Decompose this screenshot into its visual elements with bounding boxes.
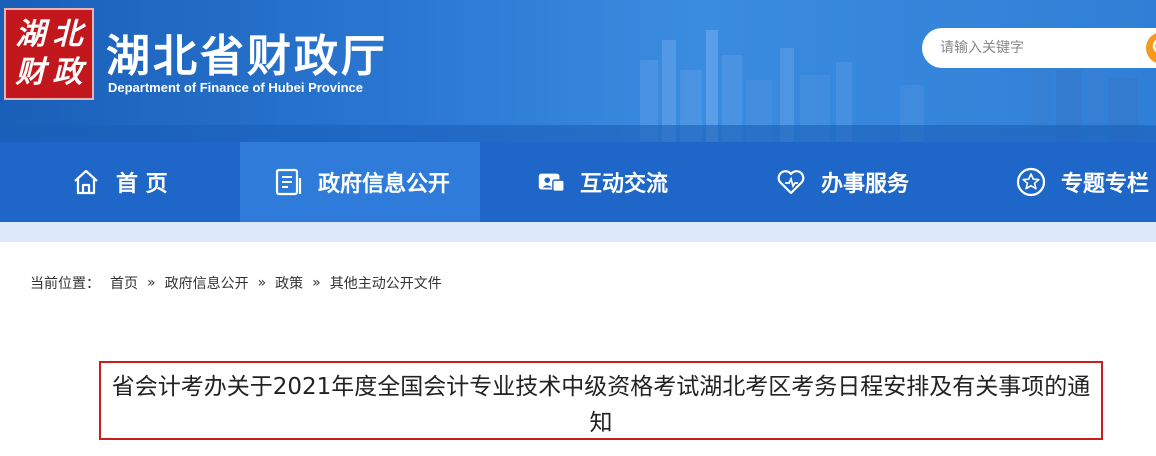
nav-label-interaction: 互动交流 bbox=[580, 172, 669, 197]
breadcrumb-item-gov-info[interactable]: 政府信息公开 bbox=[165, 273, 249, 293]
department-seal-logo: 湖 北 财 政 bbox=[4, 8, 94, 100]
nav-services[interactable]: 办事服务 bbox=[775, 142, 909, 222]
nav-label-gov-info: 政府信息公开 bbox=[318, 172, 451, 197]
article-title: 省会计考办关于2021年度全国会计专业技术中级资格考试湖北考区考务日程安排及有关… bbox=[111, 374, 1091, 436]
home-icon bbox=[74, 169, 98, 195]
nav-interaction[interactable]: 互动交流 bbox=[536, 142, 668, 222]
nav-label-home: 首 页 bbox=[116, 172, 168, 197]
nav-topics[interactable]: 专题专栏 bbox=[1015, 142, 1149, 222]
article-title-highlight: 省会计考办关于2021年度全国会计专业技术中级资格考试湖北考区考务日程安排及有关… bbox=[99, 361, 1103, 440]
site-title: 湖北省财政厅 bbox=[106, 31, 388, 82]
seal-char-4: 政 bbox=[52, 55, 83, 90]
search-icon bbox=[1152, 39, 1156, 53]
breadcrumb-item-other-docs[interactable]: 其他主动公开文件 bbox=[330, 273, 442, 293]
breadcrumb-item-home[interactable]: 首页 bbox=[110, 273, 138, 293]
nav-label-topics: 专题专栏 bbox=[1061, 172, 1150, 197]
search-box bbox=[922, 28, 1156, 68]
breadcrumb-item-policy[interactable]: 政策 bbox=[275, 273, 303, 293]
breadcrumb-separator: » bbox=[312, 275, 321, 291]
nav-gov-info[interactable]: 政府信息公开 bbox=[240, 142, 480, 222]
search-button[interactable] bbox=[1146, 32, 1156, 64]
document-icon bbox=[275, 168, 302, 196]
seal-char-3: 财 bbox=[15, 55, 46, 90]
chat-icon bbox=[538, 173, 565, 193]
search-input[interactable] bbox=[940, 37, 1140, 59]
breadcrumb: 当前位置： 首页 » 政府信息公开 » 政策 » 其他主动公开文件 bbox=[30, 273, 442, 293]
site-subtitle: Department of Finance of Hubei Province bbox=[108, 80, 363, 95]
breadcrumb-separator: » bbox=[257, 275, 267, 291]
site-header: 湖 北 财 政 湖北省财政厅 Department of Finance of … bbox=[0, 0, 1156, 142]
breadcrumb-prefix: 当前位置： bbox=[30, 276, 100, 292]
star-icon bbox=[1016, 167, 1046, 197]
breadcrumb-separator: » bbox=[147, 275, 156, 291]
main-nav: 首 页 政府信息公开 互动交流 办事服务 专题专栏 bbox=[0, 142, 1156, 222]
seal-char-2: 北 bbox=[52, 17, 83, 52]
heart-icon bbox=[777, 170, 805, 195]
nav-divider-strip bbox=[0, 222, 1156, 242]
seal-char-1: 湖 bbox=[15, 17, 46, 52]
nav-home[interactable]: 首 页 bbox=[70, 142, 168, 222]
nav-label-services: 办事服务 bbox=[821, 172, 910, 197]
